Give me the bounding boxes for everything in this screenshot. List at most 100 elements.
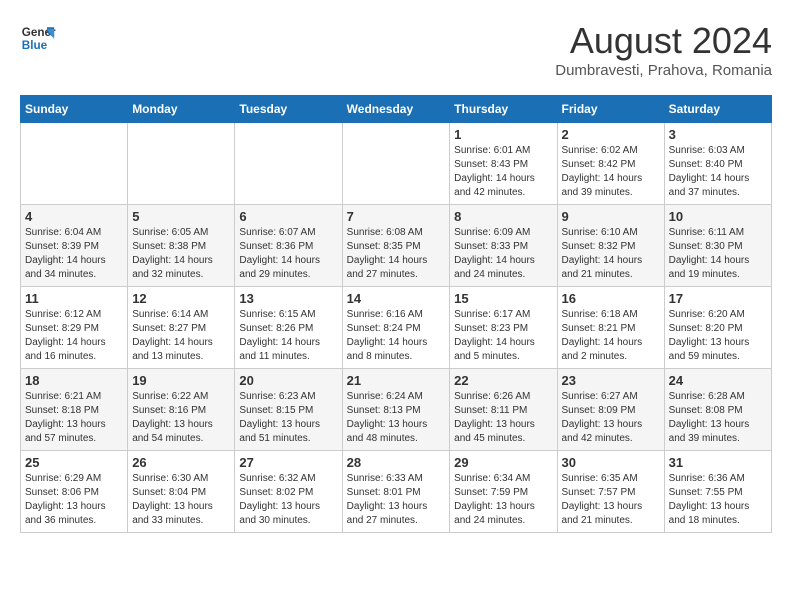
logo: General Blue xyxy=(20,20,56,56)
day-number: 28 xyxy=(347,455,446,470)
day-info: Sunrise: 6:28 AM Sunset: 8:08 PM Dayligh… xyxy=(669,390,767,446)
day-info: Sunrise: 6:21 AM Sunset: 8:18 PM Dayligh… xyxy=(25,390,123,446)
day-number: 7 xyxy=(347,209,446,224)
day-cell: 27 Sunrise: 6:32 AM Sunset: 8:02 PM Dayli… xyxy=(235,451,342,533)
day-info: Sunrise: 6:23 AM Sunset: 8:15 PM Dayligh… xyxy=(239,390,337,446)
page-header: General Blue August 2024 Dumbravesti, Pr… xyxy=(20,20,772,79)
day-info: Sunrise: 6:05 AM Sunset: 8:38 PM Dayligh… xyxy=(132,226,230,282)
day-number: 17 xyxy=(669,291,767,306)
day-info: Sunrise: 6:36 AM Sunset: 7:55 PM Dayligh… xyxy=(669,472,767,528)
location-subtitle: Dumbravesti, Prahova, Romania xyxy=(555,62,772,79)
weekday-header-friday: Friday xyxy=(557,96,664,123)
day-cell: 17 Sunrise: 6:20 AM Sunset: 8:20 PM Dayli… xyxy=(664,287,771,369)
month-title: August 2024 xyxy=(555,20,772,62)
day-number: 6 xyxy=(239,209,337,224)
day-cell: 8 Sunrise: 6:09 AM Sunset: 8:33 PM Daylig… xyxy=(450,205,557,287)
week-row-5: 25 Sunrise: 6:29 AM Sunset: 8:06 PM Dayli… xyxy=(21,451,772,533)
day-info: Sunrise: 6:02 AM Sunset: 8:42 PM Dayligh… xyxy=(562,144,660,200)
day-number: 25 xyxy=(25,455,123,470)
day-number: 23 xyxy=(562,373,660,388)
day-cell xyxy=(21,123,128,205)
weekday-header-row: SundayMondayTuesdayWednesdayThursdayFrid… xyxy=(21,96,772,123)
day-number: 29 xyxy=(454,455,552,470)
day-cell: 16 Sunrise: 6:18 AM Sunset: 8:21 PM Dayli… xyxy=(557,287,664,369)
day-number: 9 xyxy=(562,209,660,224)
day-cell: 20 Sunrise: 6:23 AM Sunset: 8:15 PM Dayli… xyxy=(235,369,342,451)
weekday-header-sunday: Sunday xyxy=(21,96,128,123)
day-number: 5 xyxy=(132,209,230,224)
day-number: 8 xyxy=(454,209,552,224)
day-cell: 13 Sunrise: 6:15 AM Sunset: 8:26 PM Dayli… xyxy=(235,287,342,369)
day-cell: 21Sunrise: 6:24 AM Sunset: 8:13 PM Dayli… xyxy=(342,369,450,451)
day-info: Sunrise: 6:26 AM Sunset: 8:11 PM Dayligh… xyxy=(454,390,552,446)
day-cell: 22 Sunrise: 6:26 AM Sunset: 8:11 PM Dayli… xyxy=(450,369,557,451)
day-info: Sunrise: 6:34 AM Sunset: 7:59 PM Dayligh… xyxy=(454,472,552,528)
day-info: Sunrise: 6:27 AM Sunset: 8:09 PM Dayligh… xyxy=(562,390,660,446)
week-row-1: 1Sunrise: 6:01 AM Sunset: 8:43 PM Daylig… xyxy=(21,123,772,205)
day-cell: 19 Sunrise: 6:22 AM Sunset: 8:16 PM Dayli… xyxy=(128,369,235,451)
day-info: Sunrise: 6:22 AM Sunset: 8:16 PM Dayligh… xyxy=(132,390,230,446)
day-cell: 10Sunrise: 6:11 AM Sunset: 8:30 PM Dayli… xyxy=(664,205,771,287)
day-cell: 3Sunrise: 6:03 AM Sunset: 8:40 PM Daylig… xyxy=(664,123,771,205)
day-info: Sunrise: 6:33 AM Sunset: 8:01 PM Dayligh… xyxy=(347,472,446,528)
day-cell: 31 Sunrise: 6:36 AM Sunset: 7:55 PM Dayli… xyxy=(664,451,771,533)
day-cell: 25 Sunrise: 6:29 AM Sunset: 8:06 PM Dayli… xyxy=(21,451,128,533)
day-info: Sunrise: 6:20 AM Sunset: 8:20 PM Dayligh… xyxy=(669,308,767,364)
day-number: 1 xyxy=(454,127,552,142)
day-info: Sunrise: 6:11 AM Sunset: 8:30 PM Dayligh… xyxy=(669,226,767,282)
weekday-header-monday: Monday xyxy=(128,96,235,123)
day-cell xyxy=(128,123,235,205)
day-cell: 11 Sunrise: 6:12 AM Sunset: 8:29 PM Dayli… xyxy=(21,287,128,369)
day-number: 30 xyxy=(562,455,660,470)
day-cell: 28 Sunrise: 6:33 AM Sunset: 8:01 PM Dayli… xyxy=(342,451,450,533)
day-number: 19 xyxy=(132,373,230,388)
day-info: Sunrise: 6:04 AM Sunset: 8:39 PM Dayligh… xyxy=(25,226,123,282)
day-number: 13 xyxy=(239,291,337,306)
day-info: Sunrise: 6:09 AM Sunset: 8:33 PM Dayligh… xyxy=(454,226,552,282)
day-info: Sunrise: 6:18 AM Sunset: 8:21 PM Dayligh… xyxy=(562,308,660,364)
week-row-4: 18 Sunrise: 6:21 AM Sunset: 8:18 PM Dayli… xyxy=(21,369,772,451)
week-row-2: 4 Sunrise: 6:04 AM Sunset: 8:39 PM Daylig… xyxy=(21,205,772,287)
day-number: 26 xyxy=(132,455,230,470)
day-cell: 29 Sunrise: 6:34 AM Sunset: 7:59 PM Dayli… xyxy=(450,451,557,533)
day-cell: 5 Sunrise: 6:05 AM Sunset: 8:38 PM Daylig… xyxy=(128,205,235,287)
calendar-table: SundayMondayTuesdayWednesdayThursdayFrid… xyxy=(20,95,772,533)
title-block: August 2024 Dumbravesti, Prahova, Romani… xyxy=(555,20,772,79)
day-number: 14 xyxy=(347,291,446,306)
day-number: 24 xyxy=(669,373,767,388)
day-cell: 15 Sunrise: 6:17 AM Sunset: 8:23 PM Dayli… xyxy=(450,287,557,369)
weekday-header-wednesday: Wednesday xyxy=(342,96,450,123)
day-number: 20 xyxy=(239,373,337,388)
day-info: Sunrise: 6:32 AM Sunset: 8:02 PM Dayligh… xyxy=(239,472,337,528)
day-info: Sunrise: 6:12 AM Sunset: 8:29 PM Dayligh… xyxy=(25,308,123,364)
day-info: Sunrise: 6:14 AM Sunset: 8:27 PM Dayligh… xyxy=(132,308,230,364)
day-number: 2 xyxy=(562,127,660,142)
weekday-header-thursday: Thursday xyxy=(450,96,557,123)
day-number: 31 xyxy=(669,455,767,470)
day-number: 11 xyxy=(25,291,123,306)
day-cell: 12Sunrise: 6:14 AM Sunset: 8:27 PM Dayli… xyxy=(128,287,235,369)
day-number: 4 xyxy=(25,209,123,224)
day-info: Sunrise: 6:29 AM Sunset: 8:06 PM Dayligh… xyxy=(25,472,123,528)
weekday-header-tuesday: Tuesday xyxy=(235,96,342,123)
day-cell: 2 Sunrise: 6:02 AM Sunset: 8:42 PM Daylig… xyxy=(557,123,664,205)
day-number: 16 xyxy=(562,291,660,306)
day-number: 21 xyxy=(347,373,446,388)
day-number: 15 xyxy=(454,291,552,306)
day-info: Sunrise: 6:30 AM Sunset: 8:04 PM Dayligh… xyxy=(132,472,230,528)
day-cell: 1Sunrise: 6:01 AM Sunset: 8:43 PM Daylig… xyxy=(450,123,557,205)
day-cell: 18 Sunrise: 6:21 AM Sunset: 8:18 PM Dayli… xyxy=(21,369,128,451)
day-cell: 23 Sunrise: 6:27 AM Sunset: 8:09 PM Dayli… xyxy=(557,369,664,451)
day-number: 22 xyxy=(454,373,552,388)
day-info: Sunrise: 6:03 AM Sunset: 8:40 PM Dayligh… xyxy=(669,144,767,200)
day-info: Sunrise: 6:07 AM Sunset: 8:36 PM Dayligh… xyxy=(239,226,337,282)
day-cell xyxy=(235,123,342,205)
day-cell: 7Sunrise: 6:08 AM Sunset: 8:35 PM Daylig… xyxy=(342,205,450,287)
weekday-header-saturday: Saturday xyxy=(664,96,771,123)
day-info: Sunrise: 6:15 AM Sunset: 8:26 PM Dayligh… xyxy=(239,308,337,364)
day-number: 27 xyxy=(239,455,337,470)
day-cell: 9Sunrise: 6:10 AM Sunset: 8:32 PM Daylig… xyxy=(557,205,664,287)
day-cell: 14Sunrise: 6:16 AM Sunset: 8:24 PM Dayli… xyxy=(342,287,450,369)
day-info: Sunrise: 6:17 AM Sunset: 8:23 PM Dayligh… xyxy=(454,308,552,364)
day-number: 18 xyxy=(25,373,123,388)
